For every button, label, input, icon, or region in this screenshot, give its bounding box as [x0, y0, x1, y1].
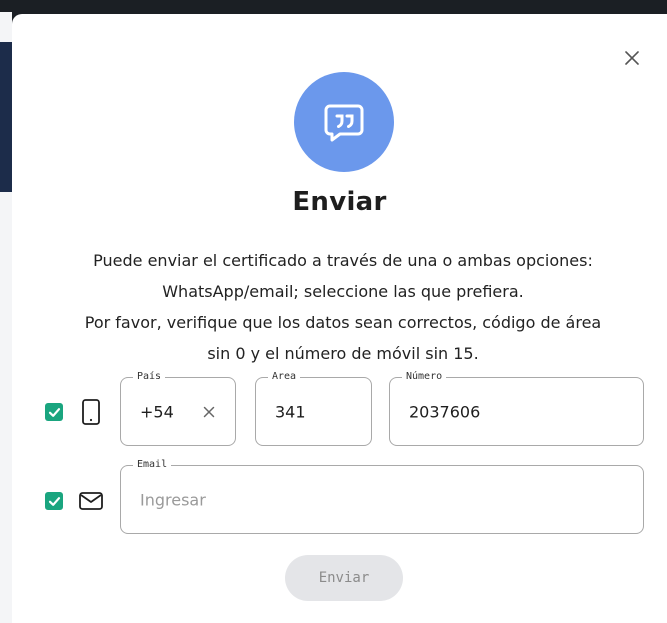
clear-icon[interactable]: [203, 406, 215, 418]
country-code-value: +54: [140, 402, 174, 421]
background-nav-strip: [0, 42, 12, 192]
phone-number-label: Número: [402, 370, 447, 384]
area-code-label: Area: [268, 370, 301, 384]
hero-badge: [294, 72, 394, 172]
modal-description: Puede enviar el certificado a través de …: [48, 245, 638, 369]
background-topbar: [0, 0, 667, 12]
phone-number-value: 2037606: [409, 402, 481, 421]
email-placeholder: Ingresar: [140, 490, 206, 509]
quote-chat-icon: [324, 104, 364, 142]
close-icon: [625, 51, 639, 65]
email-field[interactable]: Email Ingresar: [120, 458, 644, 534]
area-code-value: 341: [275, 402, 306, 421]
mobile-phone-icon: [80, 398, 102, 426]
description-line: sin 0 y el número de móvil sin 15.: [207, 344, 479, 363]
email-label: Email: [133, 458, 172, 472]
country-code-field[interactable]: País +54: [120, 370, 236, 446]
send-certificate-modal: Enviar Puede enviar el certificado a tra…: [12, 14, 667, 623]
whatsapp-checkbox[interactable]: [45, 403, 63, 421]
envelope-icon: [78, 491, 104, 511]
modal-title: Enviar: [292, 187, 387, 217]
country-code-label: País: [133, 370, 166, 384]
checkmark-icon: [48, 496, 60, 506]
description-line: WhatsApp/email; seleccione las que prefi…: [162, 282, 524, 301]
checkmark-icon: [48, 407, 60, 417]
area-code-field[interactable]: Area 341: [255, 370, 372, 446]
description-line: Por favor, verifique que los datos sean …: [84, 313, 602, 332]
phone-number-field[interactable]: Número 2037606: [389, 370, 644, 446]
background-left-pane: [0, 12, 12, 623]
submit-button[interactable]: Enviar: [285, 555, 403, 601]
email-checkbox[interactable]: [45, 492, 63, 510]
close-button[interactable]: [620, 46, 644, 70]
description-line: Puede enviar el certificado a través de …: [93, 251, 593, 270]
